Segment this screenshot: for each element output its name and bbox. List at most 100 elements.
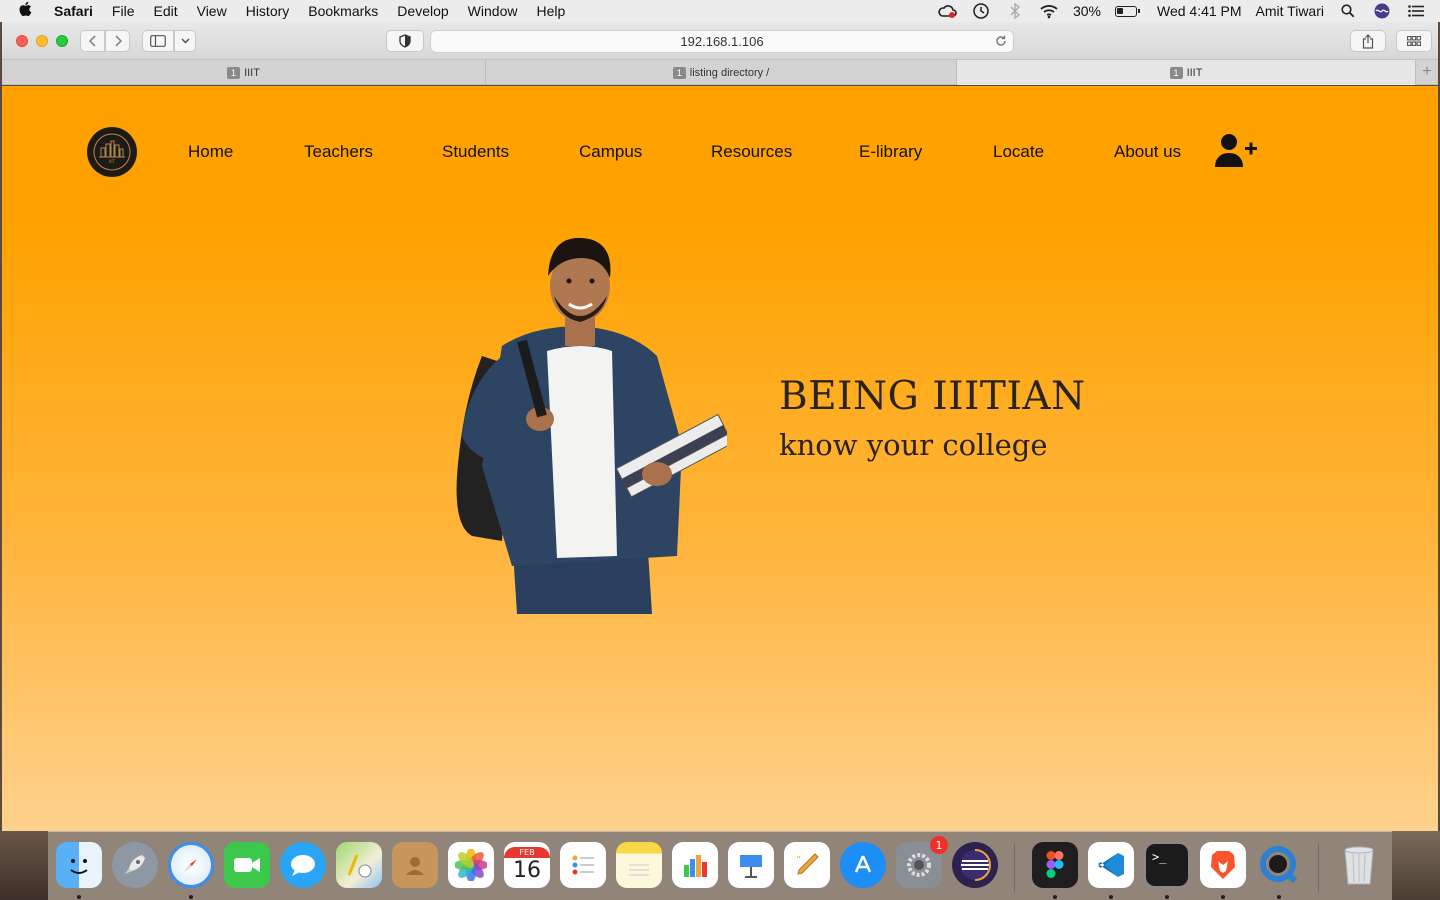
compass-icon[interactable]	[168, 842, 214, 888]
nav-students[interactable]: Students	[442, 142, 509, 162]
notification-badge: 1	[930, 836, 948, 854]
wifi-icon[interactable]	[1039, 2, 1059, 20]
terminal-icon[interactable]: >_	[1144, 842, 1190, 888]
running-indicator	[77, 895, 81, 899]
menu-app-name[interactable]: Safari	[54, 3, 93, 19]
rocket-icon[interactable]	[112, 842, 158, 888]
privacy-report-button[interactable]	[386, 30, 424, 52]
address-book-icon[interactable]	[392, 842, 438, 888]
menu-window[interactable]: Window	[468, 3, 518, 19]
share-icon	[1362, 33, 1374, 49]
notepad-icon[interactable]	[616, 842, 662, 888]
add-user-button[interactable]	[1214, 133, 1258, 169]
address-bar[interactable]: 192.168.1.106	[430, 30, 1014, 53]
share-button[interactable]	[1350, 30, 1386, 52]
desktop-wallpaper-left	[0, 831, 48, 900]
close-window-button[interactable]	[16, 35, 28, 47]
video-camera-icon[interactable]	[224, 842, 270, 888]
sidebar-icon	[150, 35, 166, 47]
shield-icon	[399, 34, 411, 48]
nav-locate[interactable]: Locate	[993, 142, 1044, 162]
bar-chart-icon[interactable]	[672, 842, 718, 888]
dock-separator	[1014, 844, 1015, 892]
nav-teachers[interactable]: Teachers	[304, 142, 373, 162]
new-tab-button[interactable]: +	[1416, 60, 1438, 84]
dock-separator	[1318, 844, 1319, 892]
siri-icon[interactable]	[1372, 2, 1392, 20]
running-indicator	[189, 895, 193, 899]
nav-about-us[interactable]: About us	[1114, 142, 1181, 162]
menu-bookmarks[interactable]: Bookmarks	[308, 3, 378, 19]
nav-campus[interactable]: Campus	[579, 142, 642, 162]
site-navbar: IIIT Home Teachers Students Campus Resou…	[2, 86, 1438, 218]
menu-view[interactable]: View	[197, 3, 227, 19]
quicktime-icon[interactable]	[1256, 842, 1302, 888]
nav-home[interactable]: Home	[188, 142, 233, 162]
logo-text: IIIT	[109, 159, 116, 164]
menu-history[interactable]: History	[246, 3, 290, 19]
nav-e-library[interactable]: E-library	[859, 142, 922, 162]
reload-icon[interactable]	[995, 34, 1007, 50]
menu-edit[interactable]: Edit	[153, 3, 177, 19]
menu-help[interactable]: Help	[536, 3, 565, 19]
page-viewport: IIIT Home Teachers Students Campus Resou…	[2, 86, 1438, 831]
creative-cloud-icon[interactable]	[937, 2, 957, 20]
menu-bar: Safari File Edit View History Bookmarks …	[0, 0, 1440, 22]
finder-icon[interactable]	[56, 842, 102, 888]
app-store-icon[interactable]	[840, 842, 886, 888]
minimize-window-button[interactable]	[36, 35, 48, 47]
vscode-icon[interactable]	[1088, 842, 1134, 888]
bluetooth-icon[interactable]	[1005, 2, 1025, 20]
podium-icon[interactable]	[728, 842, 774, 888]
forward-button[interactable]	[105, 30, 130, 52]
menu-file[interactable]: File	[112, 3, 135, 19]
menu-develop[interactable]: Develop	[397, 3, 448, 19]
speech-bubble-icon[interactable]	[280, 842, 326, 888]
tab-iiit-1[interactable]: 1 IIIT	[2, 60, 486, 85]
spotlight-search-icon[interactable]	[1338, 2, 1358, 20]
eclipse-icon[interactable]	[952, 842, 998, 888]
back-button[interactable]	[80, 30, 105, 52]
zoom-window-button[interactable]	[56, 35, 68, 47]
calendar-icon[interactable]: FEB 16	[504, 842, 550, 888]
trash-icon[interactable]	[1336, 842, 1382, 888]
site-logo[interactable]: IIIT	[87, 127, 137, 177]
lion-icon[interactable]	[1200, 842, 1246, 888]
hero-student-image	[442, 236, 734, 614]
chevron-left-icon	[88, 35, 96, 47]
notification-center-icon[interactable]	[1406, 2, 1426, 20]
running-indicator	[1053, 895, 1057, 899]
tab-overview-button[interactable]	[1396, 30, 1432, 52]
browser-toolbar: 192.168.1.106	[2, 22, 1438, 60]
tab-number: 1	[227, 66, 241, 79]
desktop-wallpaper-right	[1392, 831, 1440, 900]
tab-listing-directory[interactable]: 1 listing directory /	[486, 60, 957, 85]
apple-menu-icon[interactable]	[18, 1, 36, 21]
menu-user[interactable]: Amit Tiwari	[1256, 3, 1324, 19]
hero-subtitle: know your college	[779, 428, 1048, 462]
battery-percent: 30%	[1072, 3, 1101, 19]
status-area: 30% Wed 4:41 PM Amit Tiwari	[937, 0, 1426, 22]
tab-iiit-active[interactable]: 1 IIIT	[957, 60, 1416, 85]
tab-number: 1	[672, 66, 686, 79]
figma-icon[interactable]	[1032, 842, 1078, 888]
checklist-icon[interactable]	[560, 842, 606, 888]
map-icon[interactable]	[336, 842, 382, 888]
sidebar-toggle-button[interactable]	[142, 30, 174, 52]
grid-icon	[1407, 36, 1421, 46]
user-plus-icon	[1215, 134, 1257, 167]
gear-icon[interactable]: 1	[896, 836, 948, 888]
running-indicator	[1109, 895, 1113, 899]
tab-number: 1	[1169, 66, 1183, 79]
running-indicator	[1221, 895, 1225, 899]
menu-clock[interactable]: Wed 4:41 PM	[1157, 3, 1242, 19]
time-machine-icon[interactable]	[971, 2, 991, 20]
running-indicator	[1165, 895, 1169, 899]
chevron-down-icon	[180, 38, 190, 44]
battery-icon[interactable]	[1114, 5, 1140, 17]
calendar-day: 16	[513, 857, 541, 883]
flower-icon[interactable]	[448, 842, 494, 888]
nav-resources[interactable]: Resources	[711, 142, 792, 162]
pen-icon[interactable]: “	[784, 842, 830, 888]
sidebar-menu-button[interactable]	[174, 30, 196, 52]
